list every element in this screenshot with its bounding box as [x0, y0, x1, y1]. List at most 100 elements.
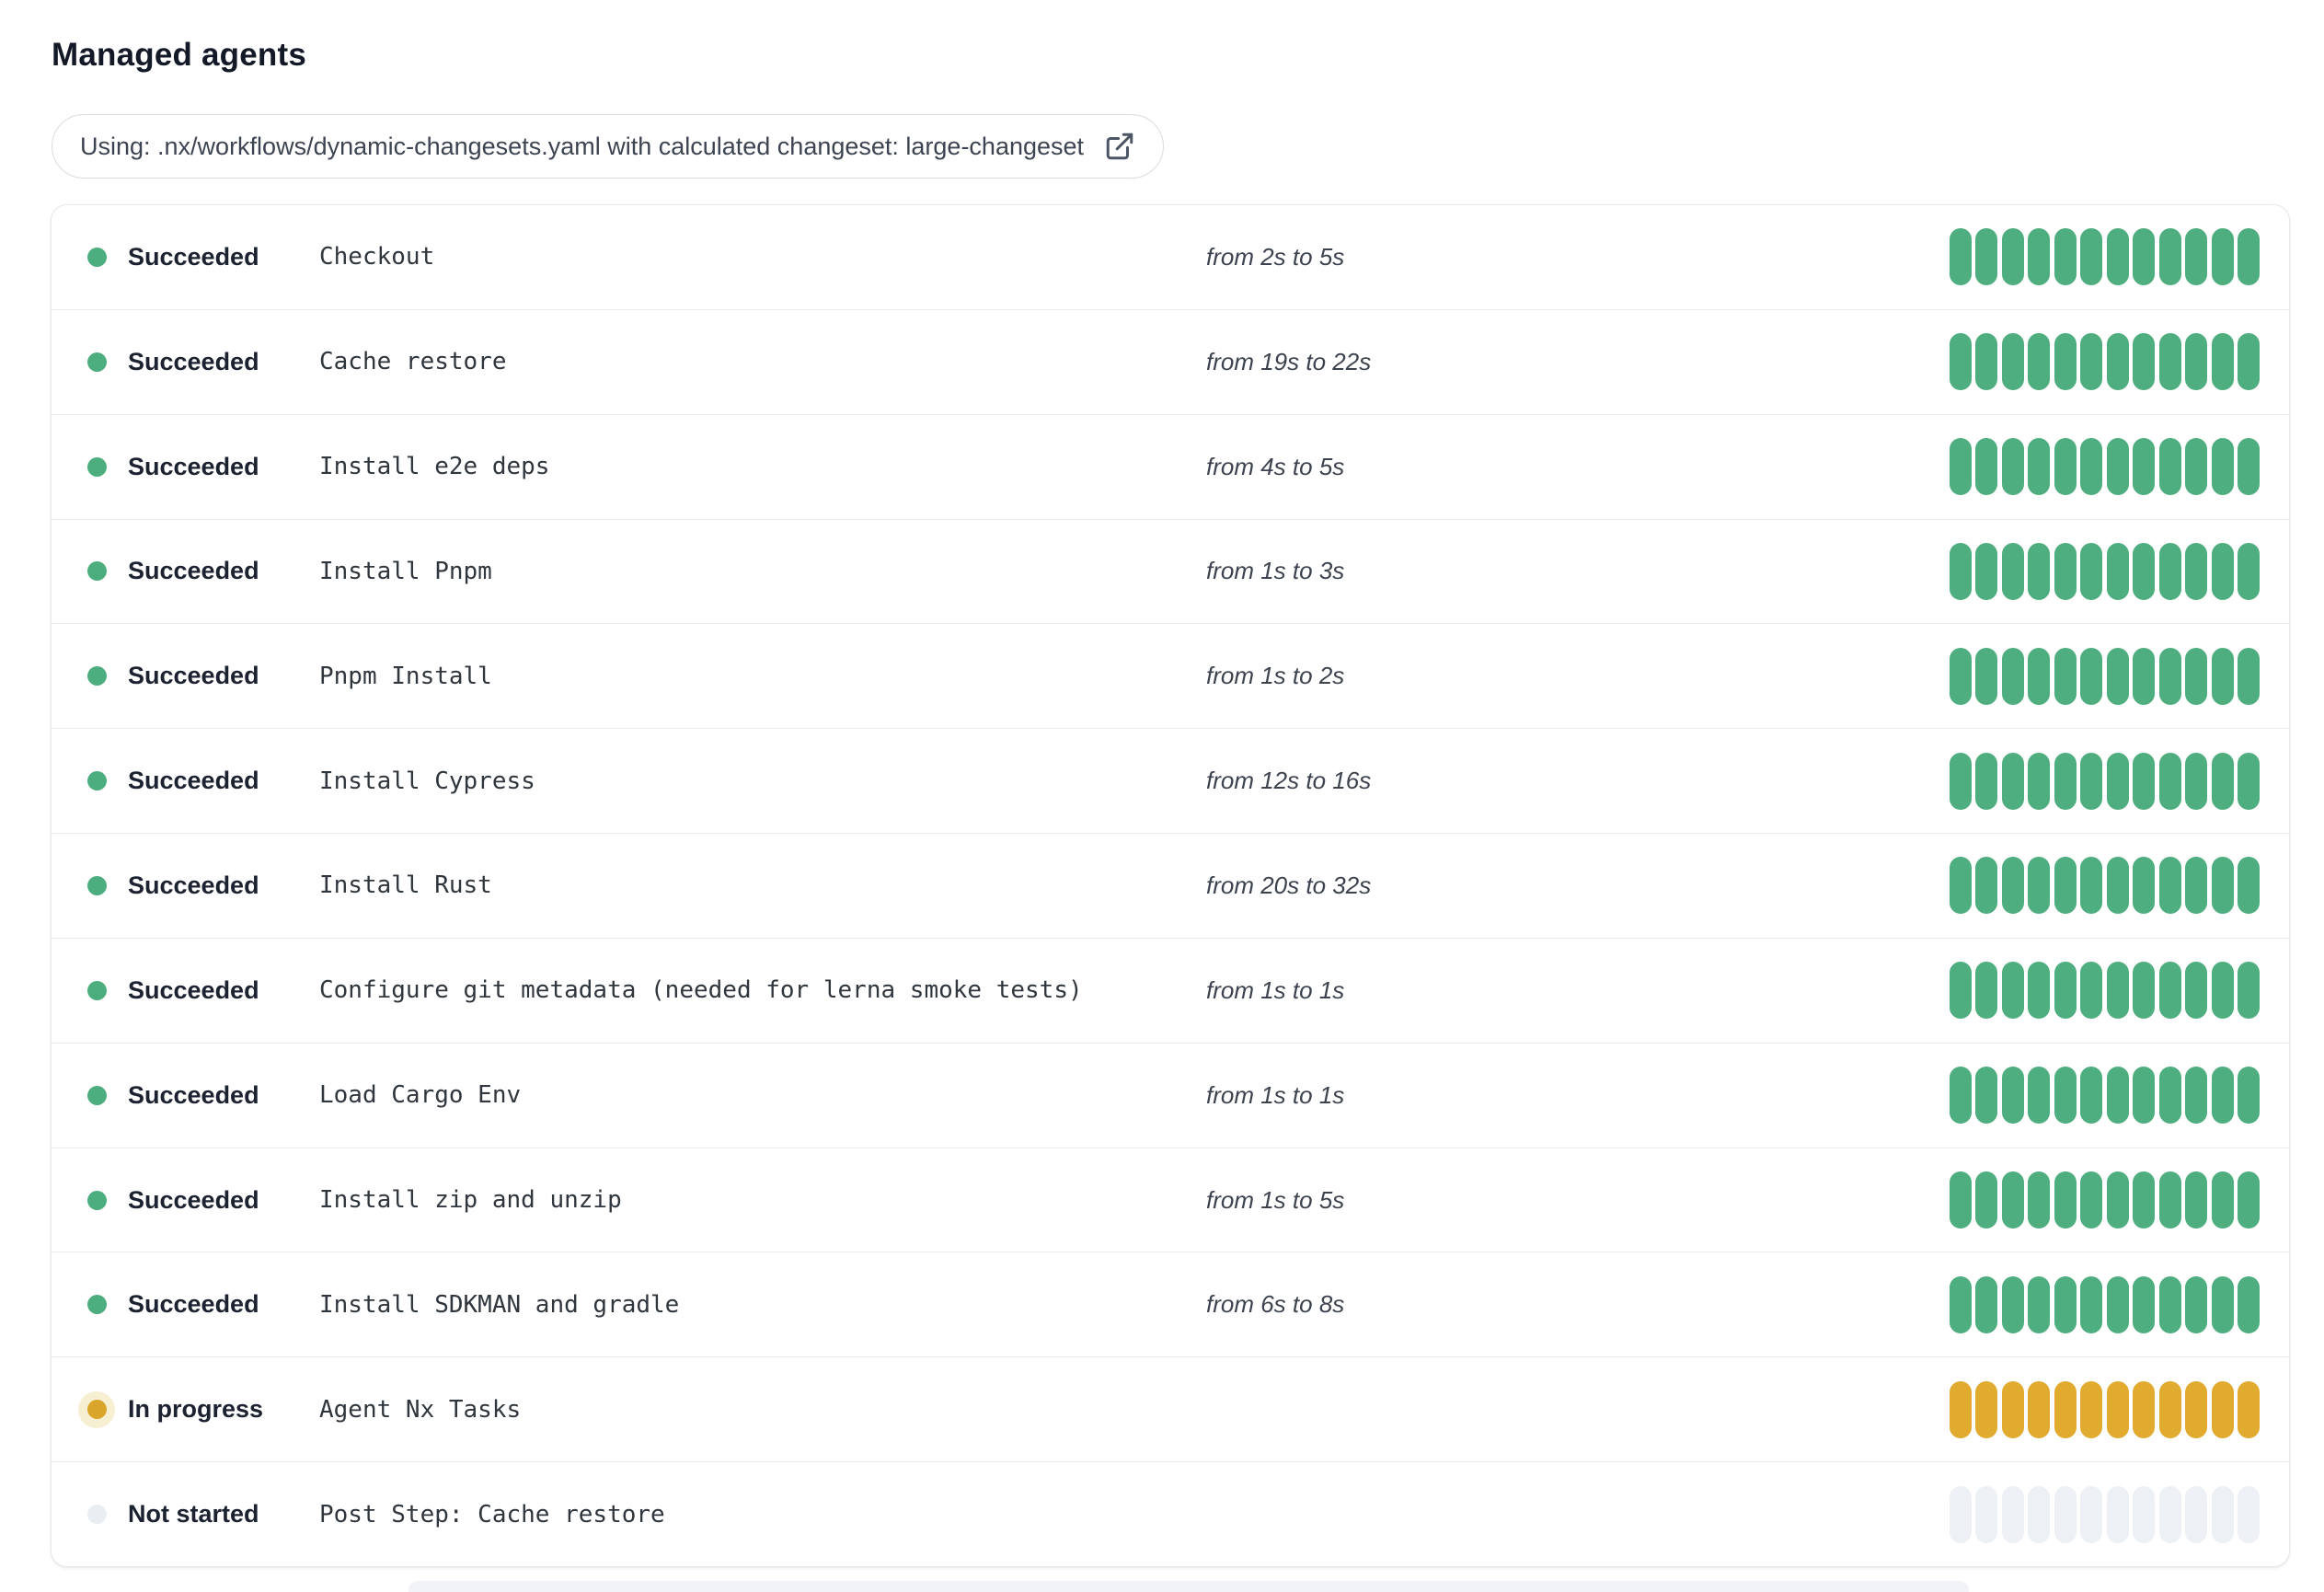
agent-duration-bars[interactable] — [1949, 333, 2260, 391]
duration-bar-segment — [2001, 1171, 2024, 1229]
duration-bar-segment — [2185, 542, 2207, 600]
step-duration-range: from 1s to 3s — [1206, 557, 1345, 585]
agent-step-row[interactable]: Succeeded Install e2e deps from 4s to 5s — [52, 413, 2289, 519]
duration-bar-segment — [2106, 1485, 2129, 1543]
duration-bar-segment — [2185, 962, 2207, 1020]
agent-duration-bars[interactable] — [1949, 1485, 2260, 1543]
duration-bar-segment — [2001, 1380, 2024, 1438]
duration-bar-segment — [2211, 1067, 2234, 1125]
duration-bar-segment — [1975, 542, 1997, 600]
agent-duration-bars[interactable] — [1949, 1067, 2260, 1125]
duration-bar-segment — [2054, 752, 2077, 810]
agent-step-row[interactable]: Succeeded Pnpm Install from 1s to 2s — [52, 623, 2289, 729]
duration-bar-segment — [2133, 962, 2155, 1020]
duration-bar-segment — [2238, 333, 2260, 391]
status-dot-icon — [87, 247, 107, 267]
duration-bar-segment — [2106, 333, 2129, 391]
duration-bar-segment — [2238, 1275, 2260, 1333]
duration-bar-segment — [2211, 752, 2234, 810]
agent-step-row[interactable]: Succeeded Load Cargo Env from 1s to 1s — [52, 1042, 2289, 1148]
agent-duration-bars[interactable] — [1949, 857, 2260, 915]
status-label: Succeeded — [128, 242, 259, 271]
managed-agents-step-list: Succeeded Checkout from 2s to 5s Succeed… — [51, 204, 2290, 1567]
step-name: Configure git metadata (needed for lerna… — [319, 976, 1083, 1005]
status-label: Not started — [128, 1500, 259, 1529]
duration-bar-segment — [2211, 1171, 2234, 1229]
duration-bar-segment — [2106, 542, 2129, 600]
status-dot-wrap — [87, 1180, 128, 1220]
agent-step-row[interactable]: Succeeded Install Pnpm from 1s to 3s — [52, 518, 2289, 624]
status-dot-wrap — [87, 446, 128, 487]
duration-bar-segment — [2001, 1485, 2024, 1543]
duration-bar-segment — [2080, 542, 2102, 600]
step-duration-range: from 6s to 8s — [1206, 1290, 1345, 1319]
status-cell: Not started — [87, 1494, 319, 1535]
agent-step-row[interactable]: In progress Agent Nx Tasks — [52, 1356, 2289, 1462]
agent-step-row[interactable]: Succeeded Checkout from 2s to 5s — [52, 205, 2289, 309]
duration-bar-segment — [2185, 857, 2207, 915]
step-name: Checkout — [319, 243, 435, 271]
duration-bar-segment — [2238, 962, 2260, 1020]
duration-bar-segment — [2133, 857, 2155, 915]
step-duration-range: from 19s to 22s — [1206, 347, 1372, 375]
duration-bar-segment — [2133, 1275, 2155, 1333]
duration-bar-segment — [1975, 333, 1997, 391]
status-dot-icon — [87, 456, 107, 477]
status-dot-wrap — [87, 1285, 128, 1325]
agent-step-row[interactable]: Succeeded Configure git metadata (needed… — [52, 937, 2289, 1043]
workflow-config-label: Using: .nx/workflows/dynamic-changesets.… — [80, 132, 1085, 160]
duration-bar-segment — [1949, 542, 1972, 600]
agent-duration-bars[interactable] — [1949, 647, 2260, 705]
duration-bar-segment — [2238, 438, 2260, 496]
duration-bar-segment — [2080, 1275, 2102, 1333]
duration-bar-segment — [2054, 1485, 2077, 1543]
status-label: In progress — [128, 1395, 264, 1424]
agent-duration-bars[interactable] — [1949, 1380, 2260, 1438]
duration-bar-segment — [1949, 1171, 1972, 1229]
step-name: Load Cargo Env — [319, 1081, 522, 1110]
duration-bar-segment — [2001, 647, 2024, 705]
duration-bar-segment — [2158, 1275, 2181, 1333]
duration-bar-segment — [2001, 438, 2024, 496]
step-name: Install e2e deps — [319, 453, 550, 481]
duration-bar-segment — [2158, 438, 2181, 496]
agent-step-row[interactable]: Succeeded Install SDKMAN and gradle from… — [52, 1252, 2289, 1357]
duration-bar-segment — [2158, 1380, 2181, 1438]
status-cell: Succeeded — [87, 551, 319, 592]
agent-duration-bars[interactable] — [1949, 752, 2260, 810]
status-label: Succeeded — [128, 975, 259, 1004]
agent-step-row[interactable]: Succeeded Install Rust from 20s to 32s — [52, 833, 2289, 938]
status-dot-wrap — [87, 656, 128, 697]
duration-bar-segment — [2054, 857, 2077, 915]
duration-bar-segment — [2185, 752, 2207, 810]
agent-duration-bars[interactable] — [1949, 542, 2260, 600]
duration-bar-segment — [2185, 1380, 2207, 1438]
duration-bar-segment — [2158, 1171, 2181, 1229]
duration-bar-segment — [2133, 438, 2155, 496]
agent-duration-bars[interactable] — [1949, 1171, 2260, 1229]
agent-duration-bars[interactable] — [1949, 438, 2260, 496]
agent-duration-bars[interactable] — [1949, 962, 2260, 1020]
duration-bar-segment — [2133, 1380, 2155, 1438]
duration-bar-segment — [2106, 857, 2129, 915]
duration-bar-segment — [1975, 962, 1997, 1020]
agent-step-row[interactable]: Not started Post Step: Cache restore — [52, 1461, 2289, 1566]
duration-bar-segment — [2133, 542, 2155, 600]
duration-bar-segment — [2001, 1067, 2024, 1125]
status-cell: Succeeded — [87, 446, 319, 487]
duration-bar-segment — [2028, 542, 2050, 600]
agent-step-row[interactable]: Succeeded Install Cypress from 12s to 16… — [52, 728, 2289, 834]
duration-bar-segment — [2158, 228, 2181, 286]
agent-duration-bars[interactable] — [1949, 228, 2260, 286]
agent-step-row[interactable]: Succeeded Cache restore from 19s to 22s — [52, 308, 2289, 414]
duration-bar-segment — [2185, 1275, 2207, 1333]
workflow-config-badge[interactable]: Using: .nx/workflows/dynamic-changesets.… — [52, 114, 1165, 179]
duration-bar-segment — [2028, 1380, 2050, 1438]
duration-bar-segment — [1975, 1380, 1997, 1438]
status-cell: Succeeded — [87, 865, 319, 906]
duration-bar-segment — [2185, 1067, 2207, 1125]
agent-duration-bars[interactable] — [1949, 1275, 2260, 1333]
duration-bar-segment — [1975, 438, 1997, 496]
status-dot-wrap — [78, 1390, 128, 1430]
agent-step-row[interactable]: Succeeded Install zip and unzip from 1s … — [52, 1147, 2289, 1252]
